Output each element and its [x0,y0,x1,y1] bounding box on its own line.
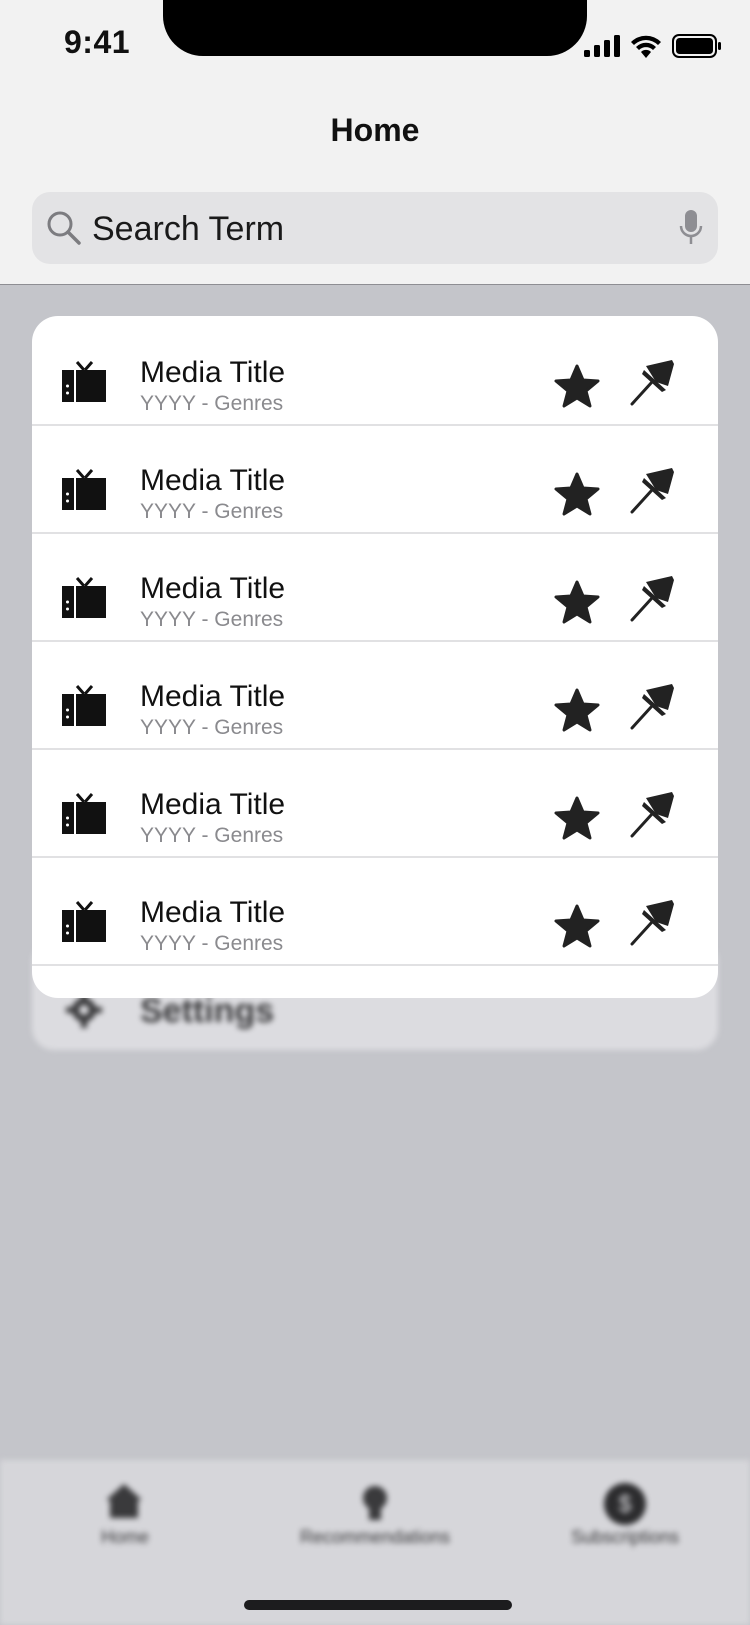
pin-icon[interactable] [630,468,678,516]
search-bar[interactable]: Search Term [32,192,718,264]
cellular-signal-icon [584,35,620,57]
tv-icon [62,793,106,834]
media-row[interactable]: Media Title YYYY - Genres [32,424,718,534]
media-subtitle: YYYY - Genres [140,392,284,415]
pin-icon[interactable] [630,576,678,624]
wifi-icon [631,35,661,58]
header: 9:41 Home Search Term [0,0,750,285]
home-indicator [244,1600,512,1610]
media-subtitle: YYYY - Genres [140,932,284,955]
media-row[interactable]: Media Title YYYY - Genres [32,856,718,966]
media-subtitle: YYYY - Genres [140,716,284,739]
tab-subscriptions-label: Subscriptions [570,1527,680,1547]
media-row[interactable]: Media Title YYYY - Genres [32,316,718,426]
pin-icon[interactable] [630,360,678,408]
tab-recommendations-label: Recommendations [299,1527,451,1547]
media-title: Media Title [140,572,286,605]
device-notch [163,0,587,56]
tv-icon [62,469,106,510]
media-title: Media Title [140,356,286,389]
search-icon [47,211,81,245]
media-subtitle: YYYY - Genres [140,500,284,523]
battery-icon [672,34,721,58]
tab-home: Home [0,1460,250,1580]
pin-icon[interactable] [630,684,678,732]
house-icon [106,1484,142,1518]
media-subtitle: YYYY - Genres [140,824,284,847]
media-subtitle: YYYY - Genres [140,608,284,631]
tab-subscriptions: $ Subscriptions [500,1460,750,1580]
media-row[interactable]: Media Title YYYY - Genres [32,748,718,858]
star-icon[interactable] [554,472,600,516]
media-row[interactable]: Media Title YYYY - Genres [32,532,718,642]
pin-icon[interactable] [630,900,678,948]
media-title: Media Title [140,896,286,929]
tv-icon [62,577,106,618]
search-input[interactable]: Search Term [92,210,284,249]
tv-icon [62,361,106,402]
star-icon[interactable] [554,688,600,732]
star-icon[interactable] [554,796,600,840]
tv-icon [62,685,106,726]
media-title: Media Title [140,464,286,497]
tab-home-label: Home [100,1527,149,1547]
tv-icon [62,901,106,942]
search-results-card: Media Title YYYY - Genres Media Title YY… [32,316,718,998]
media-title: Media Title [140,788,286,821]
star-icon[interactable] [554,580,600,624]
status-time: 9:41 [64,24,131,60]
status-icons [584,32,722,60]
dollar-icon: $ [604,1483,646,1525]
page-title: Home [330,112,420,148]
media-row[interactable]: Media Title YYYY - Genres [32,640,718,750]
pin-icon[interactable] [630,792,678,840]
microphone-icon[interactable] [678,208,704,248]
media-title: Media Title [140,680,286,713]
star-icon[interactable] [554,364,600,408]
lightbulb-icon [363,1486,387,1520]
svg-text:$: $ [618,1491,631,1518]
star-icon[interactable] [554,904,600,948]
tab-recommendations: Recommendations [250,1460,500,1580]
